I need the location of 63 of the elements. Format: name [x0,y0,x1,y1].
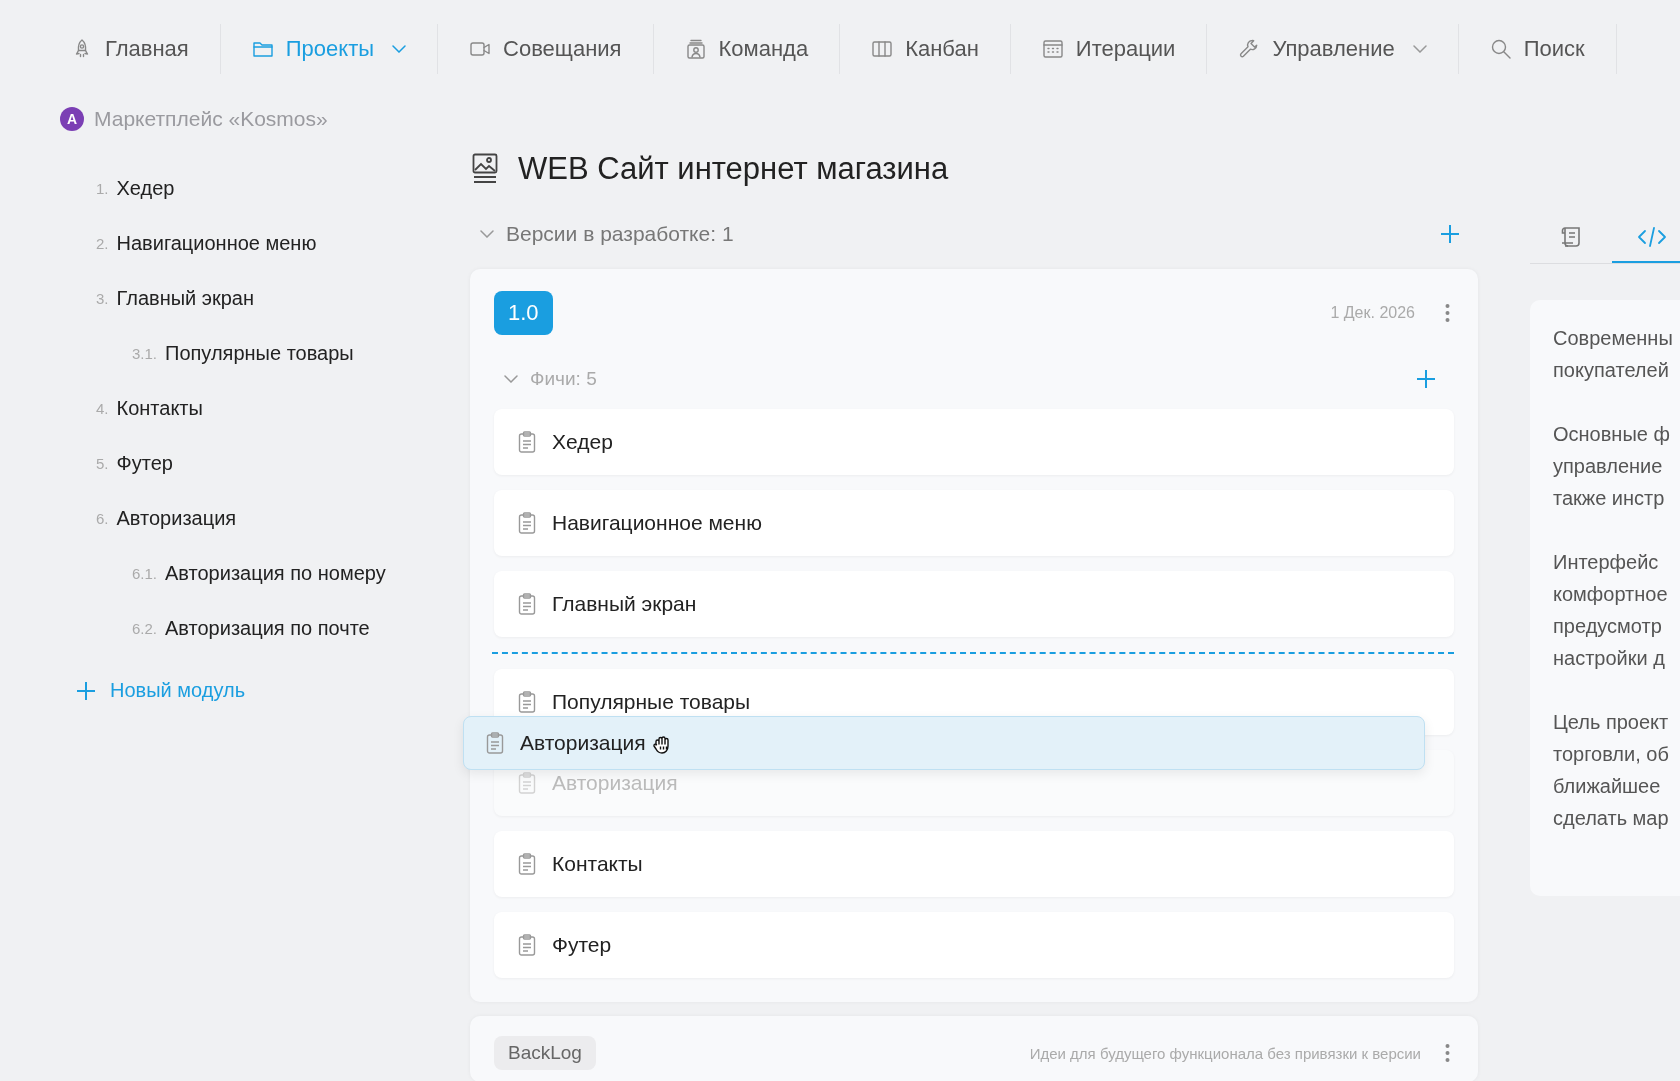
search-icon [1489,37,1512,60]
clipboard-icon [518,853,536,875]
page-title: WEB Сайт интернет магазина [518,151,949,187]
module-item[interactable]: 1. Хедер [60,161,470,216]
nav-tab[interactable]: Совещания [438,35,653,62]
description-text: ближайшее [1553,774,1662,799]
module-item[interactable]: 3.1. Популярные товары [60,326,470,381]
project-avatar: A [60,107,84,131]
nav-tab[interactable]: Команда [653,35,840,62]
clipboard-icon [518,431,536,453]
module-item[interactable]: 3. Главный экран [60,271,470,326]
nav-tab[interactable]: Управление [1207,35,1458,62]
chevron-down-icon [392,44,407,53]
clipboard-icon [518,772,536,794]
feature-row[interactable]: Хедер [494,409,1454,475]
chevron-icon [480,230,494,238]
description-text: также инстр [1553,486,1666,511]
description-text: Цель проект [1553,710,1670,735]
feature-row[interactable]: Главный экран [494,571,1454,637]
add-version-button[interactable] [1440,224,1460,244]
feature-row[interactable]: Футер [494,912,1454,978]
nav-tab[interactable]: Канбан [840,35,1010,62]
nav-tab[interactable]: Главная [40,35,220,62]
clipboard-icon [518,593,536,615]
description-text: управление [1553,454,1664,479]
calendar-icon [1041,37,1064,60]
module-item[interactable]: 6. Авторизация [60,491,470,546]
feature-row[interactable]: Навигационное меню [494,490,1454,556]
image-document-icon [472,153,498,185]
description-text: Интерфейс [1553,550,1660,575]
module-item[interactable]: 4. Контакты [60,381,470,436]
nav-tab[interactable]: Поиск [1458,35,1616,62]
chevron-icon [504,375,518,383]
clipboard-icon [518,512,536,534]
nav-tab[interactable]: Итерации [1010,35,1207,62]
description-text: покупателей [1553,358,1670,383]
version-badge: 1.0 [494,291,553,335]
description-text: Основные ф [1553,422,1671,447]
add-feature-button[interactable] [1416,369,1436,389]
backlog-badge: BackLog [494,1036,596,1070]
description-text: настройки д [1553,646,1666,671]
backlog-description: Идеи для будущего функционала без привязки к версии [1029,1044,1421,1062]
description-text: предусмотр [1553,614,1663,639]
scroll-icon [1559,225,1583,249]
module-item[interactable]: 6.1. Авторизация по номеру [60,546,470,601]
chevron-down-icon [1412,44,1427,53]
description-text: комфортное [1553,582,1669,607]
clipboard-icon [518,934,536,956]
module-item[interactable]: 5. Футер [60,436,470,491]
module-item[interactable]: 2. Навигационное меню [60,216,470,271]
version-date: 1 Дек. 2026 [1330,304,1415,322]
badge-icon [684,37,707,60]
dragged-row-overlay[interactable]: Авторизация [463,716,1425,770]
plus-icon [76,680,96,701]
description-text: сделать мар [1553,806,1670,831]
feature-row[interactable]: Контакты [494,831,1454,897]
versions-toggle[interactable]: Версии в разработке: 1 [470,222,734,246]
code-icon [1637,225,1667,249]
module-item[interactable]: 6.2. Авторизация по почте [60,601,470,656]
clipboard-icon [518,691,536,713]
description-text: Современны [1553,326,1674,351]
description-text: торговли, об [1553,742,1670,767]
clipboard-icon [486,732,504,754]
